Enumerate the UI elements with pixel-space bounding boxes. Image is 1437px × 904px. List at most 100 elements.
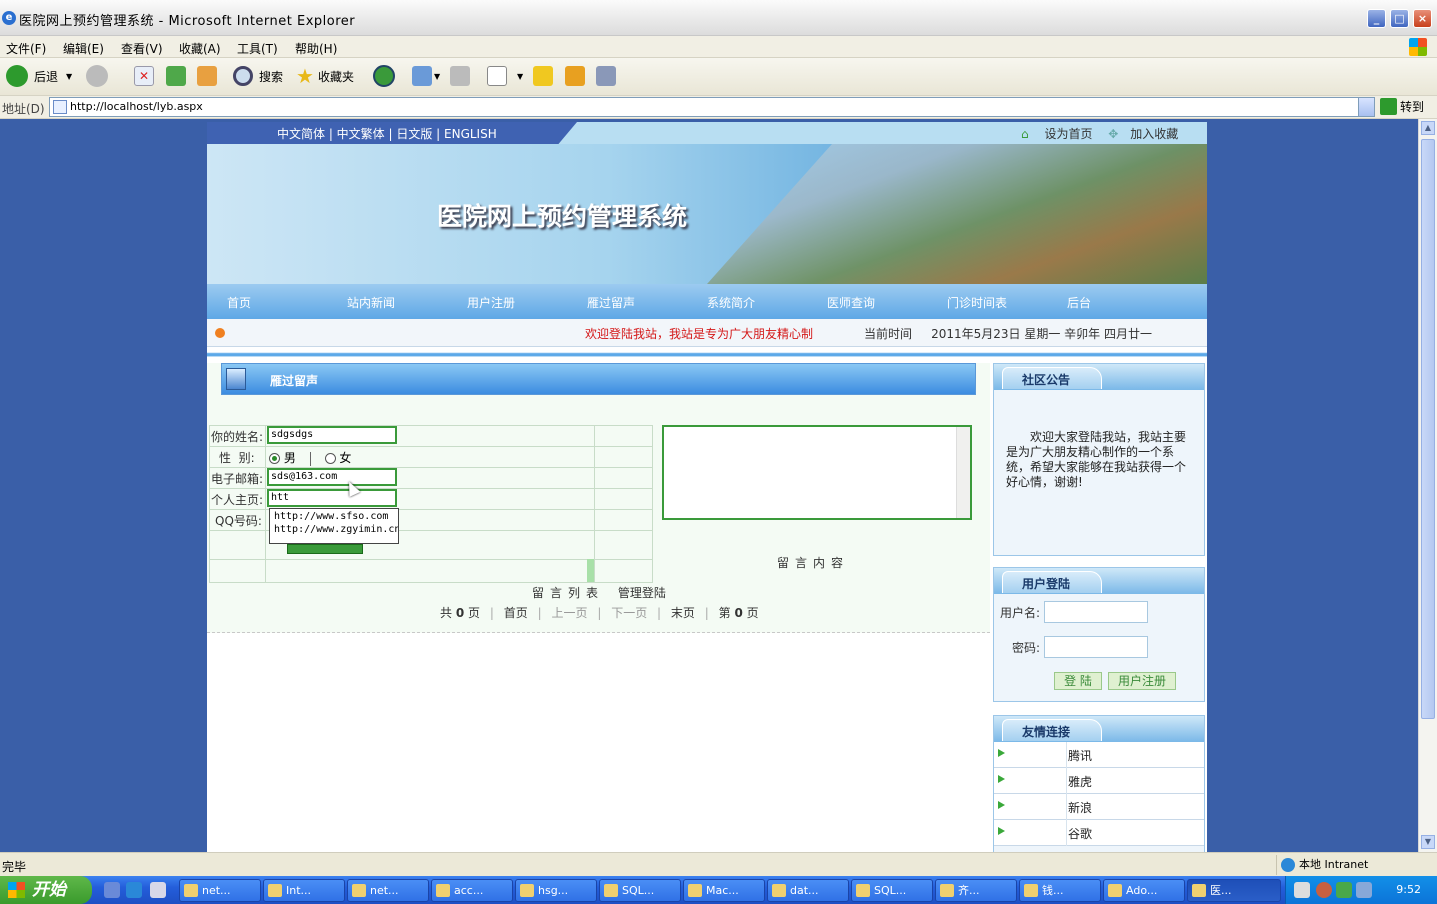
- email-input[interactable]: sds@163.com: [267, 468, 397, 486]
- taskbar-item[interactable]: Ado...: [1103, 879, 1185, 902]
- friend-link[interactable]: 谷歌: [994, 820, 1204, 846]
- name-input[interactable]: sdgsdgs: [267, 426, 397, 444]
- homepage-input[interactable]: htt: [267, 489, 397, 507]
- friend-link[interactable]: 雅虎: [994, 768, 1204, 794]
- login-button[interactable]: 登 陆: [1054, 672, 1102, 690]
- scroll-thumb[interactable]: [1421, 139, 1435, 719]
- taskbar-item[interactable]: 齐...: [935, 879, 1017, 902]
- gender-female-radio[interactable]: [324, 453, 336, 464]
- page-scrollbar[interactable]: ▲ ▼: [1418, 119, 1437, 852]
- taskbar-item[interactable]: net...: [179, 879, 261, 902]
- menu-view[interactable]: 查看(V): [121, 40, 163, 57]
- taskbar-item[interactable]: Mac...: [683, 879, 765, 902]
- print-button[interactable]: [450, 64, 470, 88]
- nav-home[interactable]: 首页: [227, 294, 251, 311]
- textarea-scrollbar[interactable]: [956, 427, 970, 518]
- add-favorite-link[interactable]: 加入收藏: [1130, 127, 1178, 141]
- page-icon: [53, 100, 67, 114]
- history-button[interactable]: [373, 64, 395, 88]
- friend-link[interactable]: 腾讯: [994, 742, 1204, 768]
- guestbook-panel: 雁过留声 你的姓名: sdgsdgs 性 别: 男 女 电子邮箱: sds@16…: [207, 363, 990, 633]
- forward-button[interactable]: [86, 64, 108, 88]
- nav-about[interactable]: 系统简介: [707, 294, 755, 311]
- menu-help[interactable]: 帮助(H): [295, 40, 337, 57]
- message-content-textarea[interactable]: [662, 425, 972, 520]
- autocomplete-dropdown[interactable]: http://www.sfso.com http://www.zgyimin.c…: [269, 508, 399, 544]
- web-page: 中文简体 | 中文繁体 | 日文版 | ENGLISH ⌂ 设为首页 ✥ 加入收…: [207, 122, 1207, 852]
- maximize-button[interactable]: □: [1390, 9, 1409, 28]
- menu-file[interactable]: 文件(F): [6, 40, 46, 57]
- submit-message-button[interactable]: [287, 544, 363, 554]
- taskbar-item[interactable]: 钱...: [1019, 879, 1101, 902]
- taskbar-item[interactable]: dat...: [767, 879, 849, 902]
- taskbar-item-active[interactable]: 医...: [1187, 879, 1281, 902]
- taskbar-item[interactable]: net...: [347, 879, 429, 902]
- keyboard-icon[interactable]: [1294, 882, 1310, 898]
- friend-link[interactable]: 新浪: [994, 794, 1204, 820]
- set-home-link[interactable]: 设为首页: [1044, 127, 1092, 141]
- chevron-down-icon: ▼: [434, 71, 441, 81]
- forward-arrow-icon: [86, 65, 108, 87]
- nav-guestbook[interactable]: 雁过留声: [587, 294, 635, 311]
- refresh-button[interactable]: [166, 64, 186, 88]
- first-page-link[interactable]: 首页: [504, 606, 528, 620]
- go-button[interactable]: 转到: [1380, 98, 1424, 115]
- taskbar-item[interactable]: SQL...: [851, 879, 933, 902]
- search-label: 搜索: [259, 69, 284, 84]
- minimize-button[interactable]: _: [1367, 9, 1386, 28]
- nav-doctors[interactable]: 医师查询: [827, 294, 875, 311]
- stop-button[interactable]: ✕: [134, 64, 154, 88]
- back-button[interactable]: 后退 ▼: [6, 64, 72, 88]
- password-input[interactable]: [1044, 636, 1148, 658]
- taskbar-item[interactable]: SQL...: [599, 879, 681, 902]
- main-nav: 首页 站内新闻 用户注册 雁过留声 系统简介 医师查询 门诊时间表 后台: [207, 284, 1207, 319]
- address-dropdown-button[interactable]: [1358, 98, 1374, 116]
- gender-female-label: 女: [339, 451, 352, 465]
- monitor-icon: [226, 368, 246, 390]
- username-input[interactable]: [1044, 601, 1148, 623]
- top-right-links: ⌂ 设为首页 ✥ 加入收藏: [1021, 125, 1178, 142]
- register-button[interactable]: 用户注册: [1108, 672, 1176, 690]
- mail-button[interactable]: ▼: [412, 64, 440, 88]
- admin-login-link[interactable]: 管理登陆: [618, 586, 666, 600]
- desktop-icon[interactable]: [150, 882, 166, 898]
- window-title: 医院网上预约管理系统 - Microsoft Internet Explorer: [19, 14, 356, 29]
- ie-icon[interactable]: [126, 882, 142, 898]
- menu-favorites[interactable]: 收藏(A): [179, 40, 221, 57]
- research-button[interactable]: [565, 64, 585, 88]
- taskbar-item[interactable]: hsg...: [515, 879, 597, 902]
- search-button[interactable]: 搜索: [233, 64, 283, 88]
- quicklaunch-icon[interactable]: [104, 882, 120, 898]
- close-button[interactable]: ×: [1413, 9, 1432, 28]
- bullet-icon: [215, 328, 225, 338]
- network-icon[interactable]: [1336, 882, 1352, 898]
- home-button[interactable]: [197, 64, 217, 88]
- scroll-down-icon[interactable]: ▼: [1421, 835, 1435, 849]
- favorites-label: 收藏夹: [317, 69, 354, 84]
- autocomplete-option[interactable]: http://www.sfso.com: [274, 510, 394, 523]
- volume-icon[interactable]: [1356, 882, 1372, 898]
- favorites-button[interactable]: ★ 收藏夹: [296, 64, 354, 88]
- scroll-up-icon[interactable]: ▲: [1421, 121, 1435, 135]
- start-button[interactable]: 开始: [0, 876, 92, 904]
- mail-icon: [412, 66, 432, 86]
- menu-edit[interactable]: 编辑(E): [63, 40, 104, 57]
- gender-male-radio[interactable]: [269, 453, 280, 464]
- address-input[interactable]: http://localhost/lyb.aspx: [49, 97, 1375, 117]
- menu-tools[interactable]: 工具(T): [237, 40, 278, 57]
- taskbar-item[interactable]: acc...: [431, 879, 513, 902]
- nav-schedule[interactable]: 门诊时间表: [947, 294, 1007, 311]
- language-links[interactable]: 中文简体 | 中文繁体 | 日文版 | ENGLISH: [277, 125, 497, 142]
- nav-news[interactable]: 站内新闻: [347, 294, 395, 311]
- last-page-link[interactable]: 末页: [671, 606, 695, 620]
- messenger-button[interactable]: [596, 64, 616, 88]
- nav-register[interactable]: 用户注册: [467, 294, 515, 311]
- gender-label: 性 别:: [219, 451, 255, 465]
- edit-button[interactable]: ▼: [487, 64, 523, 88]
- taskbar-item[interactable]: Int...: [263, 879, 345, 902]
- autocomplete-option[interactable]: http://www.zgyimin.cn: [274, 523, 398, 536]
- back-label: 后退: [34, 69, 59, 84]
- tray-arrow-icon[interactable]: [1316, 882, 1332, 898]
- discuss-button[interactable]: [533, 64, 553, 88]
- nav-admin[interactable]: 后台: [1067, 294, 1091, 311]
